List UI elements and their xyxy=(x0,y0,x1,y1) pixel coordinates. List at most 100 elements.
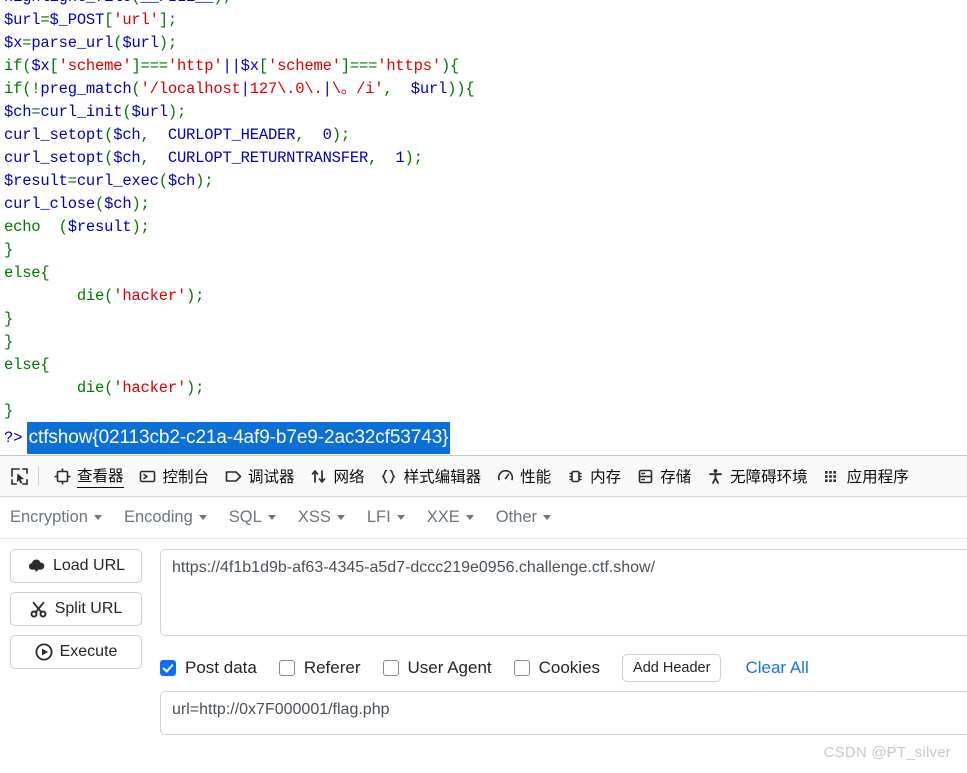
code-line: $ch=curl_init($url); xyxy=(0,101,967,124)
code-token: $ch xyxy=(104,195,132,213)
menu-xxe[interactable]: XXE xyxy=(427,508,474,527)
code-token: = xyxy=(67,172,77,190)
tab-label: 调试器 xyxy=(248,469,295,486)
checkbox-box[interactable] xyxy=(160,660,176,676)
checkbox-post-data[interactable]: Post data xyxy=(160,658,257,678)
post-data-input[interactable]: url=http://0x7F000001/flag.php xyxy=(160,691,967,735)
code-token: preg_match xyxy=(40,80,132,98)
flag-output-line: ?> ctfshow{02113cb2-c21a-4af9-b7e9-2ac32… xyxy=(0,422,967,454)
chevron-down-icon xyxy=(93,515,102,520)
menu-sql[interactable]: SQL xyxy=(229,508,276,527)
code-token: ; xyxy=(195,379,205,397)
code-token: ] xyxy=(131,57,141,75)
code-line: } xyxy=(0,239,967,262)
code-line: $x=parse_url($url); xyxy=(0,32,967,55)
style-editor-icon xyxy=(379,466,399,486)
tab-network[interactable]: 网络 xyxy=(302,456,372,496)
tab-style-editor[interactable]: 样式编辑器 xyxy=(372,456,489,496)
chevron-down-icon xyxy=(465,515,474,520)
code-token: $ch xyxy=(113,126,141,144)
code-token: , xyxy=(140,126,168,144)
menu-label: Encoding xyxy=(123,508,193,526)
code-token: CURLOPT_HEADER xyxy=(167,126,296,144)
hackbar-menu-bar: Encryption Encoding SQL XSS LFI XXE Othe… xyxy=(0,497,967,539)
play-icon xyxy=(35,643,53,661)
load-url-button[interactable]: Load URL xyxy=(10,549,142,583)
checkbox-user-agent[interactable]: User Agent xyxy=(382,658,492,678)
menu-lfi[interactable]: LFI xyxy=(367,508,405,527)
code-token: if xyxy=(4,80,23,98)
code-token: die xyxy=(76,379,105,397)
code-token: ( xyxy=(95,195,105,213)
add-header-button[interactable]: Add Header xyxy=(622,654,722,682)
code-token: ; xyxy=(176,103,187,121)
hackbar-action-buttons: Load URL Split URL Execute xyxy=(10,549,142,735)
code-token: parse_url xyxy=(31,34,114,52)
code-token: die xyxy=(76,287,105,305)
tab-console[interactable]: 控制台 xyxy=(131,456,217,496)
url-input[interactable]: https://4f1b1d9b-af63-4345-a5d7-dccc219e… xyxy=(160,549,967,636)
menu-label: Encryption xyxy=(10,508,88,526)
code-token: ; xyxy=(413,149,423,167)
selected-flag-text[interactable]: ctfshow{02113cb2-c21a-4af9-b7e9-2ac32cf5… xyxy=(26,422,451,454)
code-token: ( xyxy=(104,287,114,305)
menu-other[interactable]: Other xyxy=(496,508,551,527)
code-line: echo ($result); xyxy=(0,216,967,239)
tab-application[interactable]: 应用程序 xyxy=(815,456,916,496)
inspector-icon xyxy=(52,466,72,486)
debugger-icon xyxy=(223,466,243,486)
tab-label: 网络 xyxy=(333,469,365,486)
scissors-icon xyxy=(30,601,47,617)
tab-storage[interactable]: 存储 xyxy=(628,456,698,496)
code-token: | xyxy=(322,80,332,98)
code-token: { xyxy=(40,356,50,374)
tab-memory[interactable]: 内存 xyxy=(558,456,628,496)
code-token: ){ xyxy=(440,57,460,75)
tab-inspector[interactable]: 查看器 xyxy=(45,456,131,496)
checkbox-box[interactable] xyxy=(382,660,399,676)
menu-xss[interactable]: XSS xyxy=(298,508,345,527)
code-token: )){ xyxy=(447,80,475,98)
menu-label: XXE xyxy=(426,508,460,526)
code-token: '/localhost xyxy=(140,80,241,98)
memory-icon xyxy=(565,466,585,486)
code-token: ( xyxy=(131,80,141,98)
code-token: curl_init xyxy=(40,103,123,121)
accessibility-icon xyxy=(705,466,725,486)
checkbox-label: Referer xyxy=(303,658,361,677)
tab-performance[interactable]: 性能 xyxy=(488,456,558,496)
checkbox-cookies[interactable]: Cookies xyxy=(513,658,600,678)
split-url-button[interactable]: Split URL xyxy=(10,592,142,626)
code-token: $x xyxy=(4,34,23,52)
code-token: $ch xyxy=(113,149,141,167)
clear-all-link[interactable]: Clear All xyxy=(745,658,808,678)
tab-label: 查看器 xyxy=(77,464,124,488)
code-token: ; xyxy=(195,287,205,305)
code-token: } xyxy=(4,402,14,420)
button-label: Execute xyxy=(59,643,118,660)
code-line: highlight_file(__FILE__); xyxy=(0,0,967,9)
tab-accessibility[interactable]: 无障碍环境 xyxy=(698,456,815,496)
checkbox-referer[interactable]: Referer xyxy=(278,658,361,678)
chevron-down-icon xyxy=(198,515,207,520)
execute-button[interactable]: Execute xyxy=(10,635,142,669)
hackbar-body: Load URL Split URL Execute https://4f1b1… xyxy=(0,539,967,735)
code-token: = xyxy=(40,11,50,29)
code-token: ) xyxy=(195,172,205,190)
menu-encryption[interactable]: Encryption xyxy=(10,508,102,527)
checkbox-box[interactable] xyxy=(278,660,295,676)
code-token: [ xyxy=(49,57,59,75)
menu-encoding[interactable]: Encoding xyxy=(124,508,207,527)
tab-label: 无障碍环境 xyxy=(730,469,808,486)
code-token: ] xyxy=(340,57,350,75)
code-token: [ xyxy=(104,11,114,29)
tab-debugger[interactable]: 调试器 xyxy=(216,456,302,496)
code-line: die('hacker'); xyxy=(0,285,967,308)
code-token: } xyxy=(4,241,14,259)
code-line: else{ xyxy=(0,354,967,377)
checkbox-box[interactable] xyxy=(513,660,530,676)
code-line: } xyxy=(0,308,967,331)
element-picker-icon[interactable] xyxy=(2,461,36,491)
php-source-code-pane: highlight_file(__FILE__);$url=$_POST['ur… xyxy=(0,0,967,455)
